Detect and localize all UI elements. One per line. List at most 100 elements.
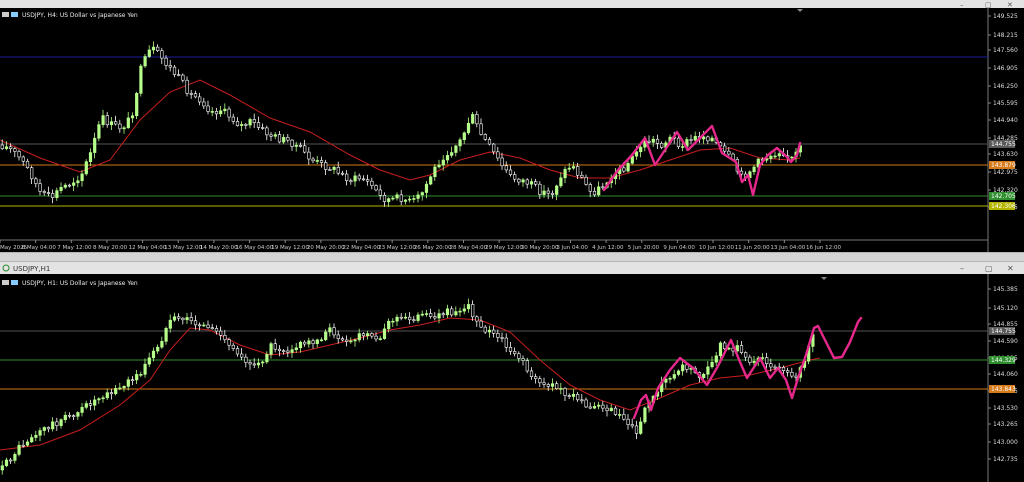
candle-body [9,146,13,149]
candle-body [437,164,441,168]
candle-body [172,66,177,75]
candle-body [109,121,114,126]
candle-body [651,138,655,143]
candle-body [639,421,643,434]
candle-body [723,342,727,350]
candle-body [777,153,781,157]
candle-body [93,399,97,406]
time-tick-label: 29 May 12:00 [485,245,523,251]
minimize-button-top[interactable]: – [960,1,964,9]
candle-body [508,346,513,352]
price-tag-label: 144.755 [991,328,1016,335]
candle-body [256,122,261,128]
candle-body [403,199,408,202]
candle-body [282,137,286,143]
candle-body [193,320,198,326]
candle-body [441,313,445,316]
chart-panel-h1[interactable]: USDJPY,H1 – ▢ ✕ USDJPY, H1: US Dollar vs… [0,262,1024,482]
candle-body [592,190,597,196]
candle-body [282,350,286,352]
price-tick-label: 146.250 [993,83,1018,90]
candle-body [496,151,500,159]
candle-body [324,162,328,170]
candle-body [34,178,38,184]
maximize-button-bottom[interactable]: ▢ [985,264,993,273]
candle-body [21,444,25,447]
shift-marker-icon[interactable] [821,277,827,280]
candle-body [710,137,714,142]
candle-body [391,320,395,323]
candle-body [534,376,538,379]
candle-body [693,136,697,141]
candle-body [269,134,273,137]
candle-body [42,427,46,431]
candle-body [399,316,403,319]
price-tick-label: 143.265 [993,421,1018,428]
candle-body [114,388,118,395]
candle-body [466,304,471,310]
candle-body [605,407,609,411]
chart-h4-svg[interactable]: – ▢ ✕ USDJPY, H4: US Dollar vs Japanese … [0,0,1024,252]
candle-body [135,93,139,117]
candle-body [126,379,130,387]
candle-body [181,317,185,321]
candle-body [786,370,790,373]
candle-body [513,174,517,180]
candle-body [244,356,248,363]
candle-body [412,319,416,322]
candle-body [399,194,403,202]
price-tick-label: 142.975 [993,169,1018,176]
candle-body [38,183,42,192]
candle-body [214,111,219,115]
candle-body [76,412,80,417]
close-button-top[interactable]: ✕ [1007,1,1013,9]
candle-body [46,192,51,194]
candle-body [294,347,298,350]
candle-body [298,341,303,349]
candle-body [324,331,328,341]
candle-body [273,343,277,350]
close-button-bottom[interactable]: ✕ [1007,264,1014,273]
candle-body [370,180,374,186]
chart-h1-svg[interactable]: USDJPY,H1 – ▢ ✕ USDJPY, H1: US Dollar vs… [0,262,1024,482]
price-tick-label: 145.385 [993,286,1018,293]
candle-body [571,393,576,397]
candle-body [223,334,227,340]
candle-body [55,190,59,198]
candle-body [366,179,370,182]
candle-body [328,169,332,171]
candle-body [156,346,160,352]
candle-body [521,358,525,361]
candle-body [597,404,601,407]
time-tick-label: 19 May 12:00 [271,245,309,251]
candle-body [51,193,55,198]
candle-body [202,324,206,327]
candle-body [458,310,462,313]
candle-body [177,316,181,319]
candle-body [626,163,630,172]
candle-body [227,108,231,118]
candle-body [361,333,366,337]
shift-marker-icon[interactable] [797,9,803,12]
candle-body [370,333,374,337]
minimize-button-bottom[interactable]: – [960,264,964,273]
candle-body [429,176,433,185]
chart-panel-h4[interactable]: – ▢ ✕ USDJPY, H4: US Dollar vs Japanese … [0,0,1024,252]
candle-body [475,114,479,125]
candle-body [466,122,471,134]
candle-body [382,195,387,202]
candle-body [13,454,17,461]
candle-body [420,313,424,316]
pink-drawn-path[interactable] [632,316,863,420]
time-tick-label: 22 May 04:00 [343,245,381,251]
time-tick-label: 12 May 04:00 [129,245,167,251]
candle-body [160,50,164,59]
candle-body [723,145,727,152]
candle-body [156,46,160,51]
candle-body [689,139,693,141]
maximize-button-top[interactable]: ▢ [985,1,992,9]
candle-body [765,357,769,365]
candle-body [240,124,244,126]
window-separator[interactable] [0,252,1024,262]
candle-body [781,367,786,371]
